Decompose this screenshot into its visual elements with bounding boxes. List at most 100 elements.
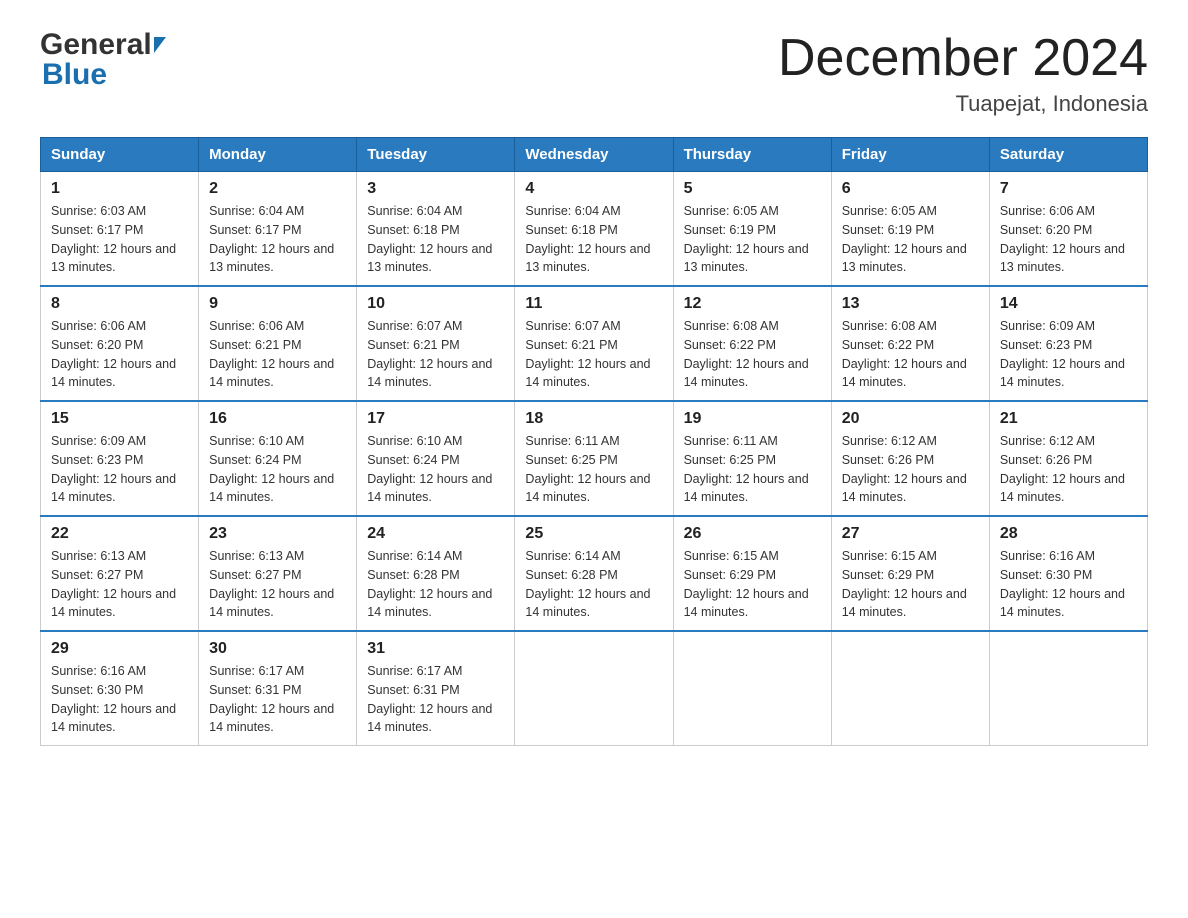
calendar-day-cell: 29 Sunrise: 6:16 AMSunset: 6:30 PMDayligh… bbox=[41, 631, 199, 746]
day-info: Sunrise: 6:13 AMSunset: 6:27 PMDaylight:… bbox=[209, 547, 346, 622]
day-number: 26 bbox=[684, 525, 821, 543]
calendar-day-cell: 17Sunrise: 6:10 AMSunset: 6:24 PMDayligh… bbox=[357, 401, 515, 516]
calendar-day-cell: 21 Sunrise: 6:12 AMSunset: 6:26 PMDayligh… bbox=[989, 401, 1147, 516]
day-number: 21 bbox=[1000, 410, 1137, 428]
calendar-day-cell: 30 Sunrise: 6:17 AMSunset: 6:31 PMDayligh… bbox=[199, 631, 357, 746]
day-info: Sunrise: 6:08 AMSunset: 6:22 PMDaylight:… bbox=[684, 317, 821, 392]
calendar-day-header: Saturday bbox=[989, 138, 1147, 172]
calendar-day-header: Thursday bbox=[673, 138, 831, 172]
calendar-day-cell: 12 Sunrise: 6:08 AMSunset: 6:22 PMDayligh… bbox=[673, 286, 831, 401]
day-info: Sunrise: 6:16 AMSunset: 6:30 PMDaylight:… bbox=[51, 662, 188, 737]
day-number: 30 bbox=[209, 640, 346, 658]
day-number: 1 bbox=[51, 180, 188, 198]
day-info: Sunrise: 6:05 AMSunset: 6:19 PMDaylight:… bbox=[842, 202, 979, 277]
day-info: Sunrise: 6:12 AMSunset: 6:26 PMDaylight:… bbox=[1000, 432, 1137, 507]
calendar-day-header: Monday bbox=[199, 138, 357, 172]
calendar-table: SundayMondayTuesdayWednesdayThursdayFrid… bbox=[40, 137, 1148, 746]
day-number: 8 bbox=[51, 295, 188, 313]
day-info: Sunrise: 6:12 AMSunset: 6:26 PMDaylight:… bbox=[842, 432, 979, 507]
day-number: 12 bbox=[684, 295, 821, 313]
day-number: 28 bbox=[1000, 525, 1137, 543]
day-info: Sunrise: 6:07 AMSunset: 6:21 PMDaylight:… bbox=[525, 317, 662, 392]
day-info: Sunrise: 6:09 AMSunset: 6:23 PMDaylight:… bbox=[1000, 317, 1137, 392]
page-subtitle: Tuapejat, Indonesia bbox=[778, 91, 1148, 117]
day-info: Sunrise: 6:13 AMSunset: 6:27 PMDaylight:… bbox=[51, 547, 188, 622]
day-info: Sunrise: 6:04 AMSunset: 6:18 PMDaylight:… bbox=[525, 202, 662, 277]
calendar-day-cell: 18Sunrise: 6:11 AMSunset: 6:25 PMDayligh… bbox=[515, 401, 673, 516]
calendar-day-header: Wednesday bbox=[515, 138, 673, 172]
day-number: 13 bbox=[842, 295, 979, 313]
day-number: 5 bbox=[684, 180, 821, 198]
day-number: 6 bbox=[842, 180, 979, 198]
calendar-day-cell: 22 Sunrise: 6:13 AMSunset: 6:27 PMDayligh… bbox=[41, 516, 199, 631]
logo: General Blue bbox=[40, 30, 166, 90]
day-info: Sunrise: 6:05 AMSunset: 6:19 PMDaylight:… bbox=[684, 202, 821, 277]
day-info: Sunrise: 6:04 AMSunset: 6:18 PMDaylight:… bbox=[367, 202, 504, 277]
day-info: Sunrise: 6:17 AMSunset: 6:31 PMDaylight:… bbox=[367, 662, 504, 737]
calendar-day-cell: 11 Sunrise: 6:07 AMSunset: 6:21 PMDayligh… bbox=[515, 286, 673, 401]
calendar-day-cell: 3Sunrise: 6:04 AMSunset: 6:18 PMDaylight… bbox=[357, 172, 515, 287]
calendar-day-cell: 9 Sunrise: 6:06 AMSunset: 6:21 PMDaylight… bbox=[199, 286, 357, 401]
calendar-day-cell: 5 Sunrise: 6:05 AMSunset: 6:19 PMDaylight… bbox=[673, 172, 831, 287]
calendar-day-cell: 4Sunrise: 6:04 AMSunset: 6:18 PMDaylight… bbox=[515, 172, 673, 287]
logo-general-text: General bbox=[40, 30, 152, 60]
day-info: Sunrise: 6:08 AMSunset: 6:22 PMDaylight:… bbox=[842, 317, 979, 392]
day-number: 29 bbox=[51, 640, 188, 658]
day-number: 18 bbox=[525, 410, 662, 428]
calendar-day-cell: 6 Sunrise: 6:05 AMSunset: 6:19 PMDaylight… bbox=[831, 172, 989, 287]
day-info: Sunrise: 6:06 AMSunset: 6:20 PMDaylight:… bbox=[1000, 202, 1137, 277]
calendar-day-header: Tuesday bbox=[357, 138, 515, 172]
day-number: 23 bbox=[209, 525, 346, 543]
day-info: Sunrise: 6:04 AMSunset: 6:17 PMDaylight:… bbox=[209, 202, 346, 277]
day-number: 9 bbox=[209, 295, 346, 313]
day-info: Sunrise: 6:17 AMSunset: 6:31 PMDaylight:… bbox=[209, 662, 346, 737]
calendar-day-cell bbox=[515, 631, 673, 746]
calendar-day-header: Sunday bbox=[41, 138, 199, 172]
day-info: Sunrise: 6:06 AMSunset: 6:21 PMDaylight:… bbox=[209, 317, 346, 392]
day-number: 22 bbox=[51, 525, 188, 543]
day-number: 19 bbox=[684, 410, 821, 428]
calendar-day-cell: 10Sunrise: 6:07 AMSunset: 6:21 PMDayligh… bbox=[357, 286, 515, 401]
calendar-week-row: 8 Sunrise: 6:06 AMSunset: 6:20 PMDaylight… bbox=[41, 286, 1148, 401]
calendar-day-header: Friday bbox=[831, 138, 989, 172]
day-number: 17 bbox=[367, 410, 504, 428]
day-info: Sunrise: 6:06 AMSunset: 6:20 PMDaylight:… bbox=[51, 317, 188, 392]
day-number: 25 bbox=[525, 525, 662, 543]
calendar-day-cell bbox=[989, 631, 1147, 746]
calendar-day-cell: 15Sunrise: 6:09 AMSunset: 6:23 PMDayligh… bbox=[41, 401, 199, 516]
day-info: Sunrise: 6:15 AMSunset: 6:29 PMDaylight:… bbox=[842, 547, 979, 622]
calendar-week-row: 22 Sunrise: 6:13 AMSunset: 6:27 PMDayligh… bbox=[41, 516, 1148, 631]
day-number: 20 bbox=[842, 410, 979, 428]
calendar-week-row: 29 Sunrise: 6:16 AMSunset: 6:30 PMDayligh… bbox=[41, 631, 1148, 746]
calendar-day-cell: 26 Sunrise: 6:15 AMSunset: 6:29 PMDayligh… bbox=[673, 516, 831, 631]
day-info: Sunrise: 6:11 AMSunset: 6:25 PMDaylight:… bbox=[684, 432, 821, 507]
page-title: December 2024 bbox=[778, 30, 1148, 87]
day-info: Sunrise: 6:15 AMSunset: 6:29 PMDaylight:… bbox=[684, 547, 821, 622]
calendar-day-cell: 2Sunrise: 6:04 AMSunset: 6:17 PMDaylight… bbox=[199, 172, 357, 287]
day-info: Sunrise: 6:03 AMSunset: 6:17 PMDaylight:… bbox=[51, 202, 188, 277]
day-number: 24 bbox=[367, 525, 504, 543]
calendar-day-cell: 27 Sunrise: 6:15 AMSunset: 6:29 PMDayligh… bbox=[831, 516, 989, 631]
day-number: 15 bbox=[51, 410, 188, 428]
calendar-day-cell: 23 Sunrise: 6:13 AMSunset: 6:27 PMDayligh… bbox=[199, 516, 357, 631]
day-number: 14 bbox=[1000, 295, 1137, 313]
calendar-day-cell: 1 Sunrise: 6:03 AMSunset: 6:17 PMDaylight… bbox=[41, 172, 199, 287]
logo-blue-text: Blue bbox=[40, 60, 166, 90]
calendar-day-cell: 16Sunrise: 6:10 AMSunset: 6:24 PMDayligh… bbox=[199, 401, 357, 516]
calendar-day-cell: 14 Sunrise: 6:09 AMSunset: 6:23 PMDayligh… bbox=[989, 286, 1147, 401]
calendar-day-cell: 20 Sunrise: 6:12 AMSunset: 6:26 PMDayligh… bbox=[831, 401, 989, 516]
calendar-day-cell: 31 Sunrise: 6:17 AMSunset: 6:31 PMDayligh… bbox=[357, 631, 515, 746]
calendar-day-cell bbox=[673, 631, 831, 746]
calendar-day-cell: 8 Sunrise: 6:06 AMSunset: 6:20 PMDaylight… bbox=[41, 286, 199, 401]
calendar-header-row: SundayMondayTuesdayWednesdayThursdayFrid… bbox=[41, 138, 1148, 172]
calendar-day-cell: 19 Sunrise: 6:11 AMSunset: 6:25 PMDayligh… bbox=[673, 401, 831, 516]
calendar-week-row: 15Sunrise: 6:09 AMSunset: 6:23 PMDayligh… bbox=[41, 401, 1148, 516]
day-info: Sunrise: 6:14 AMSunset: 6:28 PMDaylight:… bbox=[367, 547, 504, 622]
day-number: 11 bbox=[525, 295, 662, 313]
day-number: 27 bbox=[842, 525, 979, 543]
title-block: December 2024 Tuapejat, Indonesia bbox=[778, 30, 1148, 117]
logo-arrow-icon bbox=[154, 37, 166, 53]
day-info: Sunrise: 6:16 AMSunset: 6:30 PMDaylight:… bbox=[1000, 547, 1137, 622]
calendar-day-cell: 25Sunrise: 6:14 AMSunset: 6:28 PMDayligh… bbox=[515, 516, 673, 631]
day-number: 31 bbox=[367, 640, 504, 658]
